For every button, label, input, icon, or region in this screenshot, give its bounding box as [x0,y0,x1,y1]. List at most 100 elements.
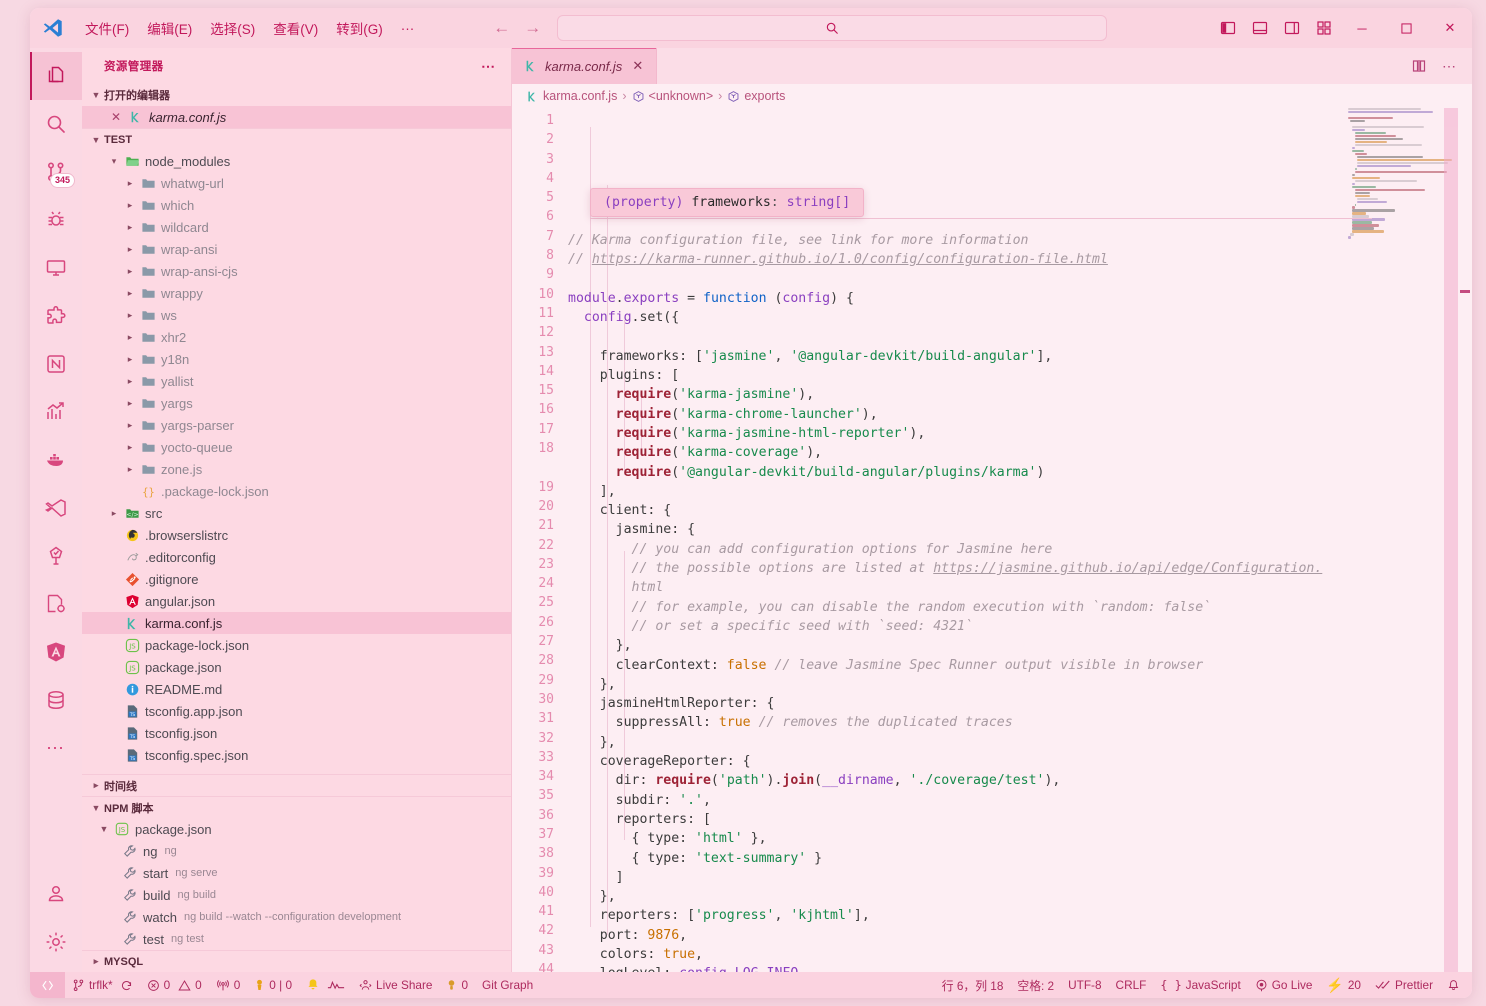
sidebar-item-remote-explorer[interactable] [30,244,82,292]
tree-file-item[interactable]: .editorconfig [82,546,511,568]
accounts-button[interactable] [30,870,82,918]
menu-file[interactable]: 文件(F) [76,14,138,42]
tree-file-item[interactable]: TS tsconfig.app.json [82,700,511,722]
tree-file-item[interactable]: {} .package-lock.json [82,480,511,502]
status-tasks[interactable]: 0 | 0 [247,972,299,998]
breadcrumb-file[interactable]: karma.conf.js [526,89,617,103]
menu-selection[interactable]: 选择(S) [201,14,264,42]
section-npm-scripts[interactable]: ▼ NPM 脚本 [82,796,511,818]
tab-karma-conf-js[interactable]: karma.conf.js ✕ [512,48,658,84]
status-prettier[interactable]: Prettier [1368,972,1440,998]
open-editor-karma-conf[interactable]: ✕ karma.conf.js [82,106,511,128]
sidebar-item-test-tree[interactable] [30,532,82,580]
command-center[interactable] [557,15,1108,41]
sidebar-item-explorer[interactable] [30,52,82,100]
sidebar-item-extensions[interactable] [30,292,82,340]
status-todo-tree[interactable]: 0 [439,972,475,998]
npm-script-item[interactable]: start ng serve [82,862,511,884]
status-live-share[interactable]: Live Share [352,972,439,998]
tree-file-item[interactable]: TS tsconfig.json [82,722,511,744]
tree-file-item[interactable]: .gitignore [82,568,511,590]
manage-settings-button[interactable] [30,918,82,966]
menu-edit[interactable]: 编辑(E) [138,14,201,42]
npm-script-item[interactable]: ng ng [82,840,511,862]
breadcrumb-exports[interactable]: exports [727,89,785,103]
status-eol[interactable]: CRLF [1109,972,1154,998]
sidebar-item-more-views[interactable]: ⋯ [30,724,82,772]
section-mysql[interactable]: ▸ MYSQL [82,950,511,972]
tree-folder-item[interactable]: ▸ yallist [82,370,511,392]
sidebar-item-cmake[interactable] [30,580,82,628]
tree-folder-item[interactable]: ▸ yocto-queue [82,436,511,458]
sidebar-item-database[interactable] [30,676,82,724]
menu-view[interactable]: 查看(V) [264,14,327,42]
tree-folder-item[interactable]: ▸ xhr2 [82,326,511,348]
tree-folder-item[interactable]: ▸ yargs-parser [82,414,511,436]
split-editor-icon[interactable] [1406,53,1432,79]
section-timeline[interactable]: ▸ 时间线 [82,774,511,796]
section-open-editors[interactable]: ▼ 打开的编辑器 [82,84,511,106]
window-minimize-button[interactable]: ─ [1340,9,1384,48]
status-go-live[interactable]: Go Live [1248,972,1320,998]
close-icon[interactable]: ✕ [106,110,126,124]
npm-script-item[interactable]: build ng build [82,884,511,906]
tree-folder-item[interactable]: ▸ wrap-ansi-cjs [82,260,511,282]
window-close-button[interactable]: ✕ [1428,9,1472,48]
sidebar-more-actions-icon[interactable]: ⋯ [481,58,497,75]
toggle-primary-sidebar-icon[interactable] [1212,12,1244,44]
tree-file-item[interactable]: JS package-lock.json [82,634,511,656]
status-cursor-position[interactable]: 行 6，列 18 [935,972,1011,998]
window-maximize-button[interactable] [1384,9,1428,48]
tree-folder-item[interactable]: ▸ ws [82,304,511,326]
tree-folder-item[interactable]: ▸ wrap-ansi [82,238,511,260]
status-branch[interactable]: trflk* [65,972,140,998]
tree-folder-item[interactable]: ▸ wildcard [82,216,511,238]
code-content[interactable]: // Karma configuration file, see link fo… [568,108,1472,972]
arrow-right-icon[interactable]: → [524,18,541,38]
tree-file-item[interactable]: JS package.json [82,656,511,678]
status-alerts[interactable] [299,972,352,998]
status-power-mode[interactable]: ⚡ 20 [1319,972,1368,998]
tree-folder-item[interactable]: ▸ zone.js [82,458,511,480]
tree-folder-item[interactable]: ▾ node_modules [82,150,511,172]
tree-file-item[interactable]: TS tsconfig.spec.json [82,744,511,766]
sidebar-item-notion[interactable] [30,340,82,388]
status-encoding[interactable]: UTF-8 [1061,972,1108,998]
sidebar-item-angular[interactable] [30,628,82,676]
status-problems[interactable]: 0 0 [140,972,209,998]
npm-script-item[interactable]: test ng test [82,928,511,950]
breadcrumb-unknown[interactable]: <unknown> [632,89,713,103]
more-actions-icon[interactable]: ⋯ [1436,53,1462,79]
tree-folder-item[interactable]: ▸ wrappy [82,282,511,304]
sidebar-item-analytics[interactable] [30,388,82,436]
menu-go[interactable]: 转到(G) [327,14,392,42]
tab-close-icon[interactable]: ✕ [629,58,646,74]
sidebar-item-search[interactable] [30,100,82,148]
tree-folder-item[interactable]: ▸ which [82,194,511,216]
editor-scrollbar[interactable] [1458,108,1472,972]
toggle-secondary-sidebar-icon[interactable] [1276,12,1308,44]
tree-folder-item[interactable]: ▸ yargs [82,392,511,414]
status-notifications[interactable] [1440,972,1472,998]
tree-file-item[interactable]: .browserslistrc [82,524,511,546]
code-editor[interactable]: 1 2 3 4 5 6 7 8 9 10 11 12 13 14 15 16 17 18 19 20 21 22 23 24… [512,108,1472,972]
remote-window-button[interactable] [30,972,65,998]
tree-folder-item[interactable]: ▸ </> src [82,502,511,524]
status-indentation[interactable]: 空格: 2 [1010,972,1061,998]
npm-script-item[interactable]: watch ng build --watch --configuration de… [82,906,511,928]
tree-file-item[interactable]: angular.json [82,590,511,612]
tree-folder-item[interactable]: ▸ whatwg-url [82,172,511,194]
tree-file-item[interactable]: karma.conf.js [82,612,511,634]
customize-layout-icon[interactable] [1308,12,1340,44]
status-language-mode[interactable]: { } JavaScript [1153,972,1247,998]
sidebar-item-source-control[interactable]: 345 [30,148,82,196]
tree-file-item[interactable]: README.md [82,678,511,700]
section-workspace[interactable]: ▼ TEST [82,128,511,150]
status-ports[interactable]: 0 [209,972,248,998]
status-git-graph[interactable]: Git Graph [475,972,540,998]
sidebar-item-docker[interactable] [30,436,82,484]
arrow-left-icon[interactable]: ← [493,18,510,38]
npm-package-json[interactable]: ▼ JS package.json [82,818,511,840]
toggle-panel-icon[interactable] [1244,12,1276,44]
tree-folder-item[interactable]: ▸ y18n [82,348,511,370]
